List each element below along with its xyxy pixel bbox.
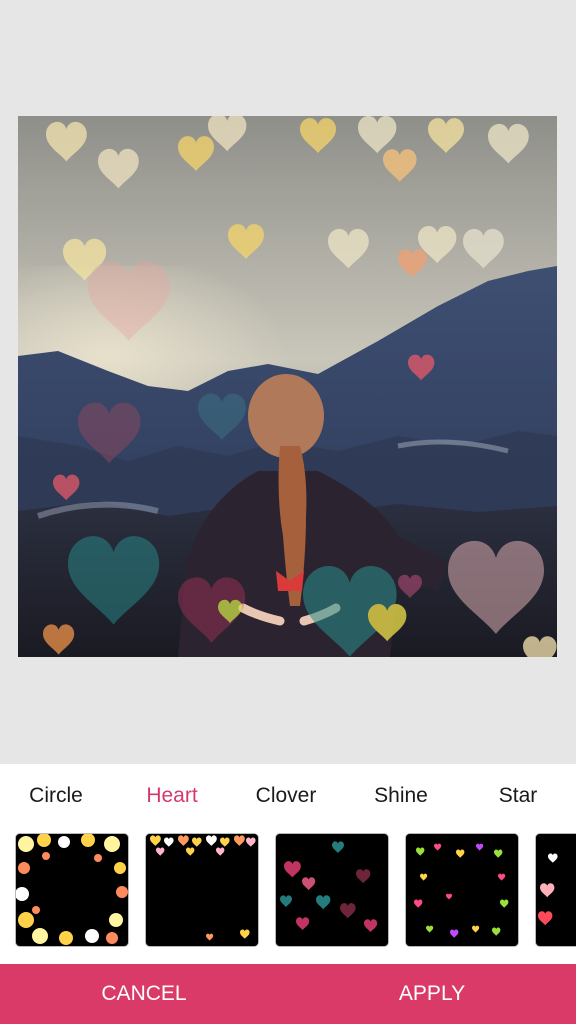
action-bar: CANCEL APPLY <box>0 964 576 1024</box>
thumbnail-star[interactable] <box>535 833 576 947</box>
thumbnail-clover[interactable] <box>275 833 389 947</box>
heart-bokeh-preview <box>146 834 258 946</box>
tab-clover[interactable]: Clover <box>256 784 317 808</box>
clover-bokeh-preview <box>276 834 388 946</box>
tab-heart[interactable]: Heart <box>146 784 197 808</box>
star-bokeh-preview <box>536 834 576 946</box>
tab-circle[interactable]: Circle <box>29 784 83 808</box>
apply-button[interactable]: APPLY <box>288 964 576 1024</box>
filter-panel: Circle Heart Clover Shine Star <box>0 764 576 964</box>
thumbnail-heart[interactable] <box>145 833 259 947</box>
filter-tabs: Circle Heart Clover Shine Star <box>0 764 576 832</box>
photo-canvas-area <box>0 0 576 764</box>
tab-star[interactable]: Star <box>499 784 538 808</box>
edited-photo <box>18 116 557 657</box>
shine-bokeh-preview <box>406 834 518 946</box>
filter-thumbnail-strip[interactable] <box>0 832 576 948</box>
thumbnail-circle[interactable] <box>15 833 129 947</box>
photo-with-heart-bokeh <box>18 116 557 657</box>
tab-shine[interactable]: Shine <box>374 784 428 808</box>
cancel-button[interactable]: CANCEL <box>0 964 288 1024</box>
circle-bokeh-preview <box>16 834 128 946</box>
thumbnail-shine[interactable] <box>405 833 519 947</box>
